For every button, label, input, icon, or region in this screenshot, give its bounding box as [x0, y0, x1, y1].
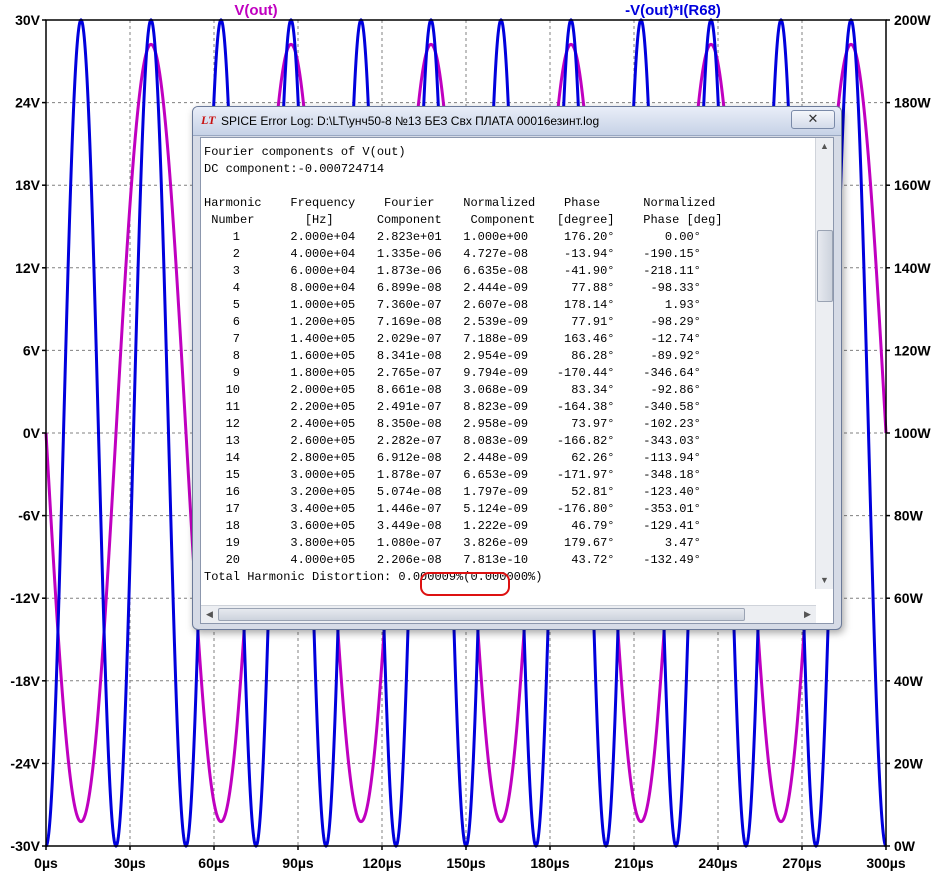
- log-text-area[interactable]: Fourier components of V(out) DC componen…: [200, 137, 834, 624]
- left-axis-tick-label: 0V: [23, 425, 41, 441]
- close-icon: ✕: [807, 111, 819, 126]
- vertical-scroll-thumb[interactable]: [817, 230, 833, 302]
- x-axis-tick-label: 60µs: [198, 855, 230, 871]
- left-axis-tick-label: 30V: [15, 12, 41, 28]
- close-button[interactable]: ✕: [791, 110, 835, 129]
- ltspice-app-icon: LT: [201, 113, 216, 127]
- x-axis-tick-label: 30µs: [114, 855, 146, 871]
- left-axis-tick-label: 6V: [23, 342, 41, 358]
- vertical-scrollbar[interactable]: ▲ ▼: [815, 138, 833, 589]
- right-axis-tick-label: 80W: [894, 508, 924, 524]
- x-axis-tick-label: 90µs: [282, 855, 314, 871]
- x-axis-tick-label: 210µs: [614, 855, 653, 871]
- left-axis-tick-label: -30V: [10, 838, 40, 854]
- right-axis-tick-label: 40W: [894, 673, 924, 689]
- right-axis-tick-label: 0W: [894, 838, 916, 854]
- x-axis-tick-label: 240µs: [698, 855, 737, 871]
- horizontal-scroll-thumb[interactable]: [218, 608, 745, 621]
- scroll-down-arrow-icon[interactable]: ▼: [816, 572, 833, 589]
- thd-highlight-circle: [420, 572, 510, 596]
- right-axis-tick-label: 60W: [894, 590, 924, 606]
- trace-label-power[interactable]: -V(out)*I(R68): [625, 2, 721, 19]
- left-axis-tick-label: 18V: [15, 177, 41, 193]
- horizontal-scrollbar[interactable]: ◀ ▶: [201, 605, 816, 623]
- right-axis-tick-label: 100W: [894, 425, 931, 441]
- fourier-log-text[interactable]: Fourier components of V(out) DC componen…: [204, 144, 722, 586]
- right-axis-tick-label: 20W: [894, 755, 924, 771]
- x-axis-tick-label: 270µs: [782, 855, 821, 871]
- x-axis-tick-label: 150µs: [446, 855, 485, 871]
- right-axis-tick-label: 180W: [894, 95, 931, 111]
- left-axis-tick-label: 12V: [15, 260, 41, 276]
- left-axis-tick-label: -6V: [18, 508, 40, 524]
- x-axis-tick-label: 300µs: [866, 855, 905, 871]
- right-axis-tick-label: 140W: [894, 260, 931, 276]
- left-axis-tick-label: -24V: [10, 755, 40, 771]
- spice-error-log-window[interactable]: LT SPICE Error Log: D:\LT\унч50-8 №13 БЕ…: [192, 106, 842, 630]
- right-axis-tick-label: 120W: [894, 342, 931, 358]
- right-axis-tick-label: 160W: [894, 177, 931, 193]
- x-axis-tick-label: 180µs: [530, 855, 569, 871]
- window-title: SPICE Error Log: D:\LT\унч50-8 №13 БЕЗ С…: [221, 114, 600, 128]
- left-axis-tick-label: 24V: [15, 95, 41, 111]
- left-axis-tick-label: -12V: [10, 590, 40, 606]
- window-titlebar[interactable]: LT SPICE Error Log: D:\LT\унч50-8 №13 БЕ…: [193, 107, 841, 136]
- trace-label-vout[interactable]: V(out): [234, 2, 277, 19]
- left-axis-tick-label: -18V: [10, 673, 40, 689]
- x-axis-tick-label: 0µs: [34, 855, 58, 871]
- x-axis-tick-label: 120µs: [362, 855, 401, 871]
- scroll-right-arrow-icon[interactable]: ▶: [799, 606, 816, 623]
- right-axis-tick-label: 200W: [894, 12, 931, 28]
- scroll-left-arrow-icon[interactable]: ◀: [201, 606, 218, 623]
- scroll-up-arrow-icon[interactable]: ▲: [816, 138, 833, 155]
